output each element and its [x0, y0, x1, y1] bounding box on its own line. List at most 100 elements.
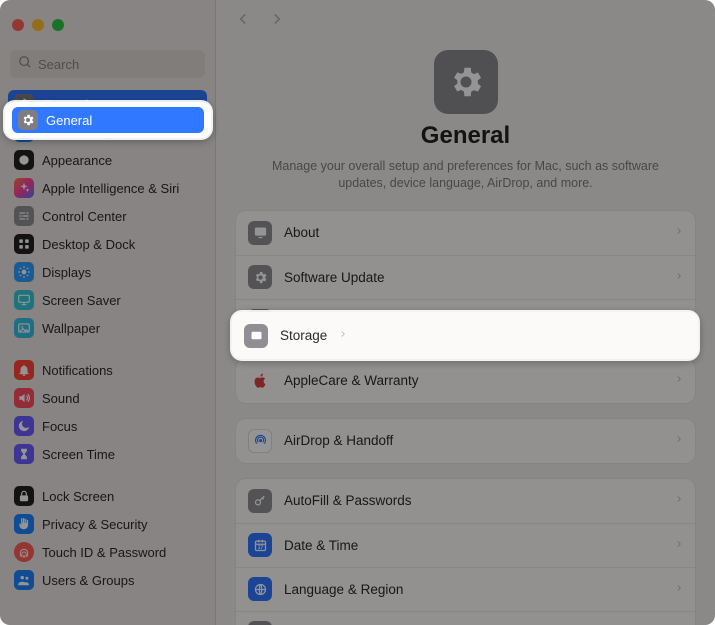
sidebar-item-label: Screen Time [42, 447, 115, 462]
globe-icon [248, 577, 272, 601]
nav-bar [216, 0, 715, 44]
sidebar-item-label: Focus [42, 419, 77, 434]
fingerprint-icon [14, 542, 34, 562]
key-icon [248, 489, 272, 513]
sidebar-item-control-center[interactable]: Control Center [8, 202, 207, 230]
row-applecare[interactable]: AppleCare & Warranty [236, 359, 695, 403]
sidebar-item-focus[interactable]: Focus [8, 412, 207, 440]
chevron-right-icon [675, 433, 683, 448]
sidebar-item-label: Apple Intelligence & Siri [42, 181, 179, 196]
sidebar-item-label: Touch ID & Password [42, 545, 166, 560]
sidebar-item-label: Control Center [42, 209, 127, 224]
sidebar-item-label: Sound [42, 391, 80, 406]
row-label: Date & Time [284, 538, 663, 553]
row-label: About [284, 225, 663, 240]
sidebar-item-general[interactable]: General [8, 90, 207, 118]
storage-icon [248, 309, 272, 333]
minimize-button[interactable] [32, 19, 44, 31]
sidebar-item-apple-intelligence[interactable]: Apple Intelligence & Siri [8, 174, 207, 202]
search-field[interactable] [10, 50, 205, 78]
gear-icon [434, 50, 498, 114]
appearance-icon [14, 150, 34, 170]
lock-icon [14, 486, 34, 506]
search-input[interactable] [38, 57, 197, 72]
page-title: General [421, 122, 510, 150]
sidebar-item-label: Wallpaper [42, 321, 100, 336]
nav-forward-button[interactable] [270, 10, 284, 33]
sidebar-item-touch-id[interactable]: Touch ID & Password [8, 538, 207, 566]
siri-icon [14, 178, 34, 198]
row-label: AutoFill & Passwords [284, 493, 663, 508]
screen-saver-icon [14, 290, 34, 310]
content-pane: General Manage your overall setup and pr… [216, 0, 715, 625]
displays-icon [14, 262, 34, 282]
sidebar-item-displays[interactable]: Displays [8, 258, 207, 286]
row-software-update[interactable]: Software Update [236, 255, 695, 299]
wallpaper-icon [14, 318, 34, 338]
calendar-icon [248, 533, 272, 557]
sidebar-item-users-groups[interactable]: Users & Groups [8, 566, 207, 594]
airdrop-icon [248, 429, 272, 453]
chevron-right-icon [675, 493, 683, 508]
sidebar-item-privacy-security[interactable]: Privacy & Security [8, 510, 207, 538]
nav-back-button[interactable] [236, 10, 250, 33]
accessibility-icon [14, 122, 34, 142]
sidebar-item-notifications[interactable]: Notifications [8, 356, 207, 384]
moon-icon [14, 416, 34, 436]
row-airdrop-handoff[interactable]: AirDrop & Handoff [236, 419, 695, 463]
window-controls [0, 0, 215, 50]
sidebar-item-label: Appearance [42, 153, 112, 168]
row-date-time[interactable]: Date & Time [236, 523, 695, 567]
sidebar-item-label: Notifications [42, 363, 113, 378]
sidebar-item-label: Lock Screen [42, 489, 114, 504]
control-center-icon [14, 206, 34, 226]
chevron-right-icon [675, 314, 683, 329]
bell-icon [14, 360, 34, 380]
sidebar-item-label: Displays [42, 265, 91, 280]
chevron-right-icon [675, 270, 683, 285]
fullscreen-button[interactable] [52, 19, 64, 31]
sidebar-item-screen-saver[interactable]: Screen Saver [8, 286, 207, 314]
close-button[interactable] [12, 19, 24, 31]
row-autofill-passwords[interactable]: AutoFill & Passwords [236, 479, 695, 523]
sidebar-item-label: Accessibility [42, 125, 113, 140]
page-subtitle: Manage your overall setup and preference… [256, 158, 676, 193]
sidebar-item-screen-time[interactable]: Screen Time [8, 440, 207, 468]
login-items-icon [248, 621, 272, 625]
row-label: AppleCare & Warranty [284, 373, 663, 388]
hourglass-icon [14, 444, 34, 464]
row-label: AirDrop & Handoff [284, 433, 663, 448]
row-label: Storage [284, 314, 663, 329]
settings-group: AutoFill & Passwords Date & Time Languag… [236, 479, 695, 625]
row-label: Software Update [284, 270, 663, 285]
settings-group: AppleCare & Warranty [236, 359, 695, 403]
chevron-right-icon [675, 373, 683, 388]
settings-group: AirDrop & Handoff [236, 419, 695, 463]
row-label: Language & Region [284, 582, 663, 597]
chevron-right-icon [675, 538, 683, 553]
row-language-region[interactable]: Language & Region [236, 567, 695, 611]
speaker-icon [14, 388, 34, 408]
sidebar-item-appearance[interactable]: Appearance [8, 146, 207, 174]
sidebar-item-wallpaper[interactable]: Wallpaper [8, 314, 207, 342]
apple-icon [248, 372, 272, 390]
row-about[interactable]: About [236, 211, 695, 255]
software-update-icon [248, 265, 272, 289]
sidebar-item-label: Screen Saver [42, 293, 121, 308]
page-header: General Manage your overall setup and pr… [236, 44, 695, 211]
row-storage[interactable]: Storage [236, 299, 695, 343]
sidebar-item-label: Privacy & Security [42, 517, 147, 532]
sidebar-item-sound[interactable]: Sound [8, 384, 207, 412]
sidebar-item-label: Users & Groups [42, 573, 134, 588]
sidebar: General Accessibility Appearance Apple I… [0, 0, 216, 625]
gear-icon [14, 94, 34, 114]
system-settings-window: General Accessibility Appearance Apple I… [0, 0, 715, 625]
desktop-dock-icon [14, 234, 34, 254]
sidebar-item-accessibility[interactable]: Accessibility [8, 118, 207, 146]
chevron-right-icon [675, 582, 683, 597]
sidebar-item-lock-screen[interactable]: Lock Screen [8, 482, 207, 510]
people-icon [14, 570, 34, 590]
sidebar-item-desktop-dock[interactable]: Desktop & Dock [8, 230, 207, 258]
hand-icon [14, 514, 34, 534]
row-login-items[interactable]: Login Items & Extensions [236, 611, 695, 625]
